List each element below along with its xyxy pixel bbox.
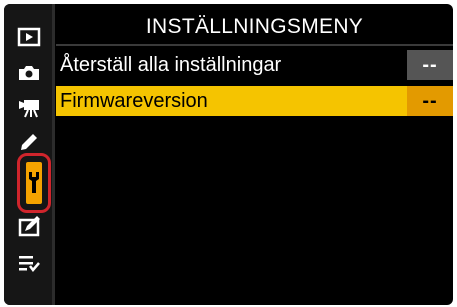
photo-shooting-tab[interactable] [14,58,44,88]
menu-title: INSTÄLLNINGSMENY [145,15,364,38]
camera-icon [19,66,39,80]
movie-shooting-tab[interactable] [14,93,44,123]
menu-item-value: -- [407,86,453,116]
my-menu-tab[interactable] [14,248,44,278]
title-divider [56,44,453,46]
menu-item-label: Återställ alla inställningar [60,54,282,76]
movie-icon [19,100,39,118]
menu-tabs-sidebar [4,4,52,305]
menu-item-reset-all-settings[interactable]: Återställ alla inställningar -- [56,50,453,80]
my-menu-icon [19,256,40,272]
sidebar-divider [52,4,55,305]
retouch-tab[interactable] [14,211,44,241]
wrench-icon [29,172,39,193]
menu-item-firmware-version[interactable]: Firmwareversion -- [56,86,453,116]
menu-item-label: Firmwareversion [60,90,208,112]
playback-tab[interactable] [14,22,44,52]
setup-tab-selected[interactable] [17,153,51,213]
playback-icon [17,27,41,47]
camera-menu-screen: INSTÄLLNINGSMENY Återställ alla inställn… [4,4,453,305]
menu-item-value: -- [407,50,453,80]
retouch-icon [18,216,40,237]
pencil-icon [21,134,37,150]
